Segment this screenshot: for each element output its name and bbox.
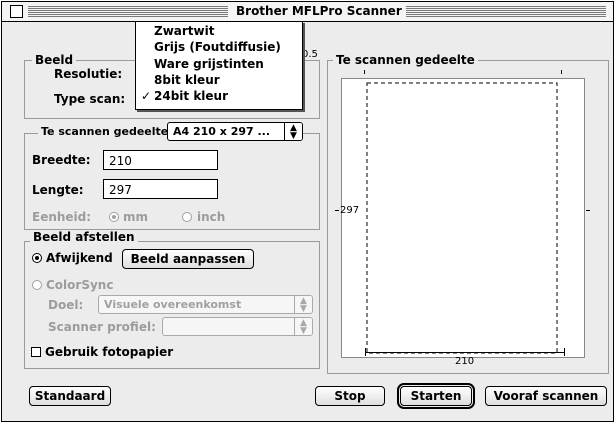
colorsync-label: ColorSync: [46, 278, 114, 292]
ruler-tick: [365, 348, 366, 356]
stop-button[interactable]: Stop: [315, 386, 385, 406]
menu-item-8bit-kleur[interactable]: 8bit kleur: [154, 73, 220, 87]
target-select[interactable]: Visuele overeenkomst ▲ ▼: [98, 295, 313, 314]
target-value: Visuele overeenkomst: [104, 298, 242, 311]
start-button[interactable]: Starten: [397, 383, 475, 409]
photo-paper-label: Gebruik fotopapier: [45, 345, 174, 359]
length-field[interactable]: 297: [103, 179, 218, 199]
select-arrows-icon: ▲ ▼: [284, 123, 302, 140]
preview-group-label: Te scannen gedeelte: [333, 53, 478, 67]
ruler-tick: [586, 210, 590, 211]
unit-inch-label: inch: [197, 210, 226, 224]
unit-label: Eenheid:: [32, 210, 92, 224]
scanner-window: Brother MFLPro Scanner Beeld Resolutie: …: [1, 1, 614, 422]
unit-mm-label: mm: [123, 210, 149, 224]
title-stripes-left: [28, 6, 228, 17]
menu-item-ware-grijstinten[interactable]: Ware grijstinten: [154, 57, 264, 71]
type-scan-label: Type scan:: [54, 92, 126, 106]
ruler-tick: [335, 210, 339, 211]
scan-type-menu[interactable]: Zwartwit Grijs (Foutdiffusie) Ware grijs…: [135, 21, 303, 110]
custom-label: Afwijkend: [46, 251, 113, 265]
ruler-tick: [364, 70, 365, 74]
width-field[interactable]: 210: [103, 150, 218, 170]
height-ruler-label: 297: [340, 205, 360, 216]
scanner-profile-label: Scanner profiel:: [48, 320, 156, 334]
resolution-partial-value: 0.5: [302, 49, 318, 60]
preview-area[interactable]: [341, 78, 585, 358]
menu-item-grijs-foutdiffusie[interactable]: Grijs (Foutdiffusie): [154, 40, 281, 54]
width-label: Breedte:: [32, 153, 91, 167]
target-label: Doel:: [48, 298, 84, 312]
photo-paper-checkbox[interactable]: [31, 347, 41, 357]
custom-radio[interactable]: [32, 253, 42, 263]
scan-area-label: Te scannen gedeelte: [38, 125, 172, 139]
scan-frame-icon: [366, 82, 558, 354]
unit-inch-radio[interactable]: [182, 212, 192, 222]
checkmark-icon: ✓: [141, 89, 152, 103]
adjust-group-label: Beeld afstellen: [30, 230, 138, 244]
default-button[interactable]: Standaard: [29, 386, 111, 406]
beeld-group-label: Beeld: [32, 53, 77, 67]
width-ruler-line: [365, 352, 565, 353]
select-arrows-icon: ▲ ▼: [294, 318, 312, 335]
resolution-label: Resolutie:: [54, 67, 123, 81]
menu-item-zwartwit[interactable]: Zwartwit: [154, 24, 214, 38]
unit-mm-radio[interactable]: [109, 212, 119, 222]
length-label: Lengte:: [32, 183, 84, 197]
title-bar[interactable]: Brother MFLPro Scanner: [2, 2, 613, 22]
prescan-button[interactable]: Vooraf scannen: [485, 386, 607, 406]
title-stripes-right: [392, 6, 606, 17]
colorsync-radio[interactable]: [32, 280, 42, 290]
adjust-image-button[interactable]: Beeld aanpassen: [122, 249, 254, 269]
ruler-tick: [564, 348, 565, 356]
menu-item-24bit-kleur[interactable]: 24bit kleur: [154, 89, 228, 103]
close-box[interactable]: [10, 5, 23, 18]
paper-size-select[interactable]: A4 210 x 297 ... ▲ ▼: [167, 122, 303, 141]
window-title: Brother MFLPro Scanner: [232, 3, 406, 20]
paper-size-value: A4 210 x 297 ...: [173, 125, 271, 138]
width-ruler-label: 210: [455, 356, 475, 367]
ruler-tick: [561, 70, 562, 74]
scanner-profile-select[interactable]: ▲ ▼: [162, 317, 313, 336]
select-arrows-icon: ▲ ▼: [294, 296, 312, 313]
